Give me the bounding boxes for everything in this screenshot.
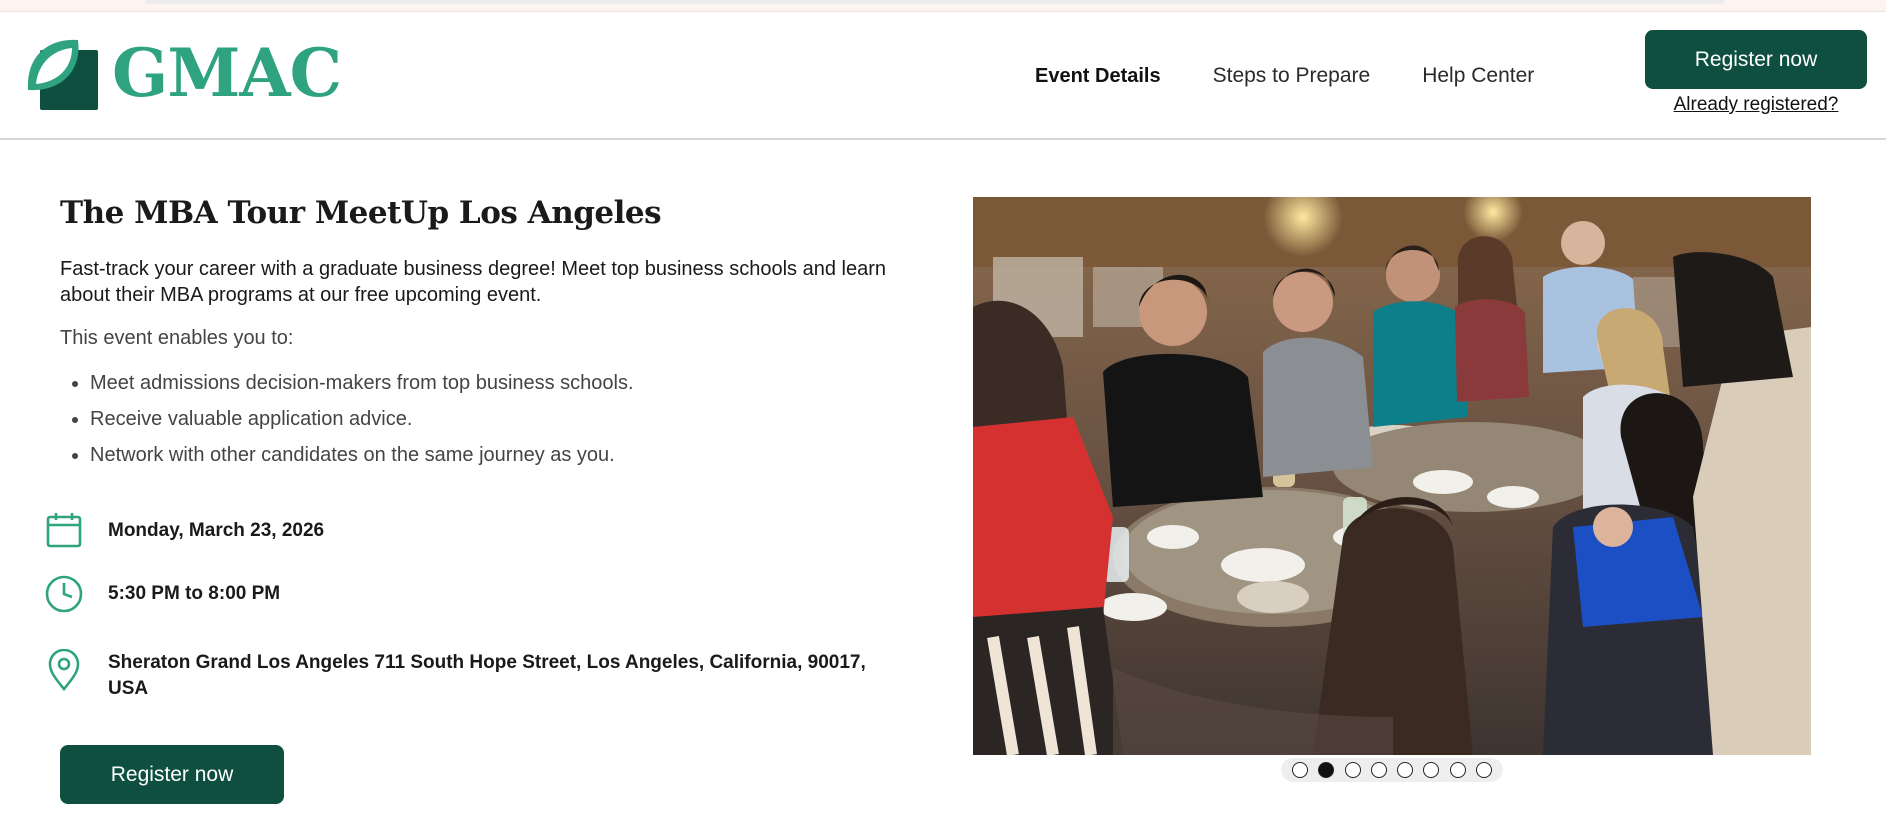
carousel-dot-4[interactable] bbox=[1370, 762, 1387, 778]
event-location-row: Sheraton Grand Los Angeles 711 South Hop… bbox=[44, 649, 898, 702]
calendar-icon bbox=[44, 510, 84, 550]
list-item: Meet admissions decision-makers from top… bbox=[90, 370, 900, 396]
carousel-dot-8[interactable] bbox=[1475, 762, 1492, 778]
benefits-list: Meet admissions decision-makers from top… bbox=[60, 370, 900, 468]
carousel-dot-5[interactable] bbox=[1397, 762, 1414, 778]
nav-steps-to-prepare[interactable]: Steps to Prepare bbox=[1213, 64, 1371, 88]
nav-help-center[interactable]: Help Center bbox=[1422, 64, 1534, 88]
carousel-dot-1[interactable] bbox=[1292, 762, 1309, 778]
header-register-button[interactable]: Register now bbox=[1645, 30, 1867, 89]
clock-icon bbox=[44, 574, 84, 614]
logo-wordmark: GMAC bbox=[112, 34, 342, 112]
gmac-logo[interactable]: GMAC bbox=[24, 34, 342, 112]
event-date-row: Monday, March 23, 2026 bbox=[44, 510, 898, 550]
carousel-dot-3[interactable] bbox=[1344, 762, 1361, 778]
main-nav: Event Details Steps to Prepare Help Cent… bbox=[1035, 64, 1586, 88]
carousel-dot-6[interactable] bbox=[1423, 762, 1440, 778]
event-location: Sheraton Grand Los Angeles 711 South Hop… bbox=[108, 652, 866, 699]
event-details: The MBA Tour MeetUp Los Angeles Fast-tra… bbox=[60, 195, 900, 478]
location-pin-icon bbox=[44, 649, 84, 691]
gmac-leaf-logo-icon bbox=[27, 39, 98, 110]
already-registered-link[interactable]: Already registered? bbox=[1661, 94, 1851, 116]
event-title: The MBA Tour MeetUp Los Angeles bbox=[60, 195, 662, 231]
register-now-button[interactable]: Register now bbox=[60, 745, 284, 804]
site-header: GMAC Event Details Steps to Prepare Help… bbox=[0, 12, 1886, 140]
carousel-pagination bbox=[1281, 758, 1503, 782]
event-intro: Fast-track your career with a graduate b… bbox=[60, 258, 886, 306]
list-item: Network with other candidates on the sam… bbox=[90, 442, 900, 468]
nav-event-details[interactable]: Event Details bbox=[1035, 65, 1161, 88]
event-time-row: 5:30 PM to 8:00 PM bbox=[44, 574, 898, 614]
list-item: Receive valuable application advice. bbox=[90, 406, 900, 432]
carousel-dot-7[interactable] bbox=[1449, 762, 1466, 778]
browser-top-strip bbox=[0, 0, 1886, 12]
event-time: 5:30 PM to 8:00 PM bbox=[108, 583, 281, 604]
top-scroll-bar bbox=[145, 0, 1725, 4]
enables-heading: This event enables you to: bbox=[60, 327, 294, 349]
carousel-dot-2[interactable] bbox=[1318, 762, 1335, 778]
event-photo bbox=[973, 197, 1811, 755]
event-date: Monday, March 23, 2026 bbox=[108, 520, 325, 541]
